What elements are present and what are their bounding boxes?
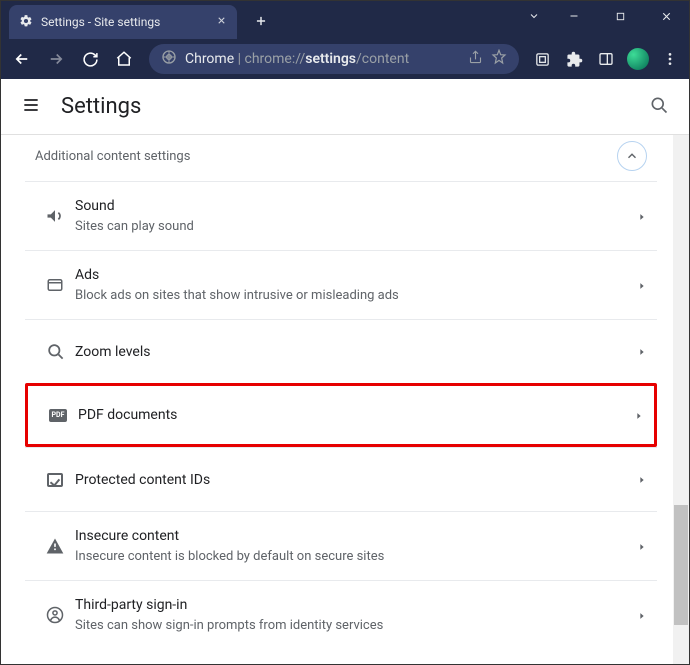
search-button[interactable]: [649, 95, 669, 119]
extensions-icon[interactable]: [561, 46, 587, 72]
row-title: Ads: [75, 265, 637, 285]
row-sub: Sites can play sound: [75, 218, 637, 236]
scrollbar-track[interactable]: [673, 135, 689, 664]
row-sub: Insecure content is blocked by default o…: [75, 548, 637, 566]
row-title: PDF documents: [78, 405, 634, 425]
extension-icon-1[interactable]: [529, 46, 555, 72]
protected-content-icon: [35, 473, 75, 487]
ads-icon: [35, 276, 75, 294]
row-zoom[interactable]: Zoom levels: [25, 319, 657, 383]
new-tab-button[interactable]: [247, 7, 275, 35]
sound-icon: [35, 206, 75, 226]
warning-icon: [35, 536, 75, 556]
row-protected-content[interactable]: Protected content IDs: [25, 447, 657, 511]
row-title: Zoom levels: [75, 342, 637, 362]
chevron-right-icon: [637, 537, 647, 556]
chevron-right-icon: [634, 406, 644, 425]
row-title: Sound: [75, 196, 637, 216]
row-title: Protected content IDs: [75, 470, 637, 490]
row-title: Insecure content: [75, 526, 637, 546]
row-sub: Sites can show sign-in prompts from iden…: [75, 617, 637, 635]
gear-icon: [19, 14, 33, 31]
scrollbar-thumb[interactable]: [674, 505, 688, 625]
chevron-right-icon: [637, 342, 647, 361]
row-insecure-content[interactable]: Insecure content Insecure content is blo…: [25, 511, 657, 580]
address-bar[interactable]: Chrome | chrome://settings/content: [149, 44, 519, 74]
section-label: Additional content settings: [35, 149, 617, 164]
minimize-button[interactable]: [551, 1, 597, 31]
reload-button[interactable]: [75, 44, 105, 74]
person-icon: [35, 605, 75, 625]
pdf-icon: PDF: [38, 409, 78, 422]
side-panel-icon[interactable]: [593, 46, 619, 72]
window-dropdown-icon[interactable]: [517, 1, 551, 31]
row-sound[interactable]: Sound Sites can play sound: [25, 181, 657, 250]
chevron-right-icon: [637, 606, 647, 625]
row-pdf-documents[interactable]: PDF PDF documents: [25, 383, 657, 447]
home-button[interactable]: [109, 44, 139, 74]
menu-icon[interactable]: [21, 95, 41, 119]
share-icon[interactable]: [468, 50, 483, 69]
url-text: Chrome | chrome://settings/content: [185, 51, 460, 67]
row-third-party-signin[interactable]: Third-party sign-in Sites can show sign-…: [25, 580, 657, 649]
chevron-right-icon: [637, 276, 647, 295]
forward-button[interactable]: [41, 44, 71, 74]
site-info-icon[interactable]: [161, 49, 177, 69]
row-sub: Block ads on sites that show intrusive o…: [75, 287, 637, 305]
chevron-right-icon: [637, 470, 647, 489]
tab-title: Settings - Site settings: [41, 15, 216, 29]
page-title: Settings: [61, 94, 649, 119]
close-tab-icon[interactable]: [216, 15, 227, 29]
row-ads[interactable]: Ads Block ads on sites that show intrusi…: [25, 250, 657, 319]
close-window-button[interactable]: [643, 1, 689, 31]
browser-tab[interactable]: Settings - Site settings: [9, 5, 237, 39]
bookmark-icon[interactable]: [491, 49, 507, 69]
zoom-icon: [35, 342, 75, 361]
row-title: Third-party sign-in: [75, 595, 637, 615]
maximize-button[interactable]: [597, 1, 643, 31]
chrome-menu-icon[interactable]: [657, 46, 683, 72]
profile-avatar[interactable]: [625, 46, 651, 72]
chevron-right-icon: [637, 207, 647, 226]
back-button[interactable]: [7, 44, 37, 74]
collapse-button[interactable]: [617, 141, 647, 171]
